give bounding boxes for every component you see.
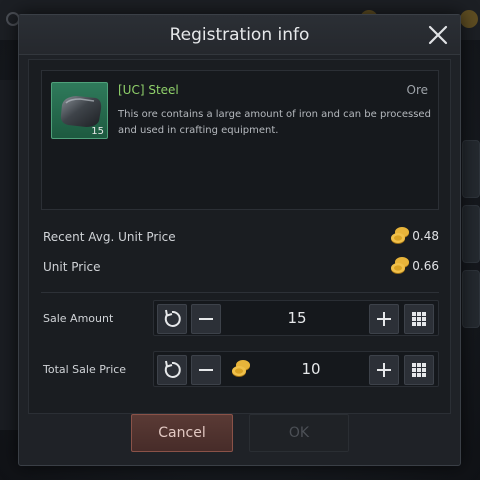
item-name: [UC] Steel [118, 83, 179, 97]
dialog-title-bar: Registration info [19, 15, 460, 55]
sale-amount-increase-button[interactable] [369, 304, 399, 334]
sale-amount-keypad-button[interactable] [404, 304, 434, 334]
item-description: This ore contains a large amount of iron… [118, 109, 431, 136]
keypad-icon [412, 312, 426, 326]
sale-amount-label: Sale Amount [43, 312, 114, 325]
item-category: Ore [406, 83, 429, 97]
recent-avg-price-value: 0.48 [412, 229, 439, 243]
total-sale-price-control: 10 [153, 351, 439, 387]
total-price-decrease-button[interactable] [191, 355, 221, 385]
minus-icon [199, 369, 213, 371]
sale-amount-control: 15 [153, 300, 439, 336]
close-button[interactable] [426, 23, 450, 47]
item-icon-slot: 15 [51, 82, 108, 139]
plus-icon [377, 363, 391, 377]
sale-amount-reset-button[interactable] [157, 304, 187, 334]
item-info-card: 15 [UC] Steel Ore This ore contains a la… [41, 70, 439, 210]
gold-coin-icon [232, 360, 250, 377]
keypad-icon [412, 363, 426, 377]
background-item-slot [462, 205, 480, 263]
plus-icon [377, 312, 391, 326]
total-sale-price-value[interactable]: 10 [254, 352, 368, 386]
total-price-increase-button[interactable] [369, 355, 399, 385]
total-price-keypad-button[interactable] [404, 355, 434, 385]
cancel-button[interactable]: Cancel [131, 414, 233, 452]
gold-coin-icon [391, 257, 409, 274]
reset-icon [164, 360, 181, 378]
total-price-reset-button[interactable] [157, 355, 187, 385]
dialog-body: 15 [UC] Steel Ore This ore contains a la… [28, 59, 451, 414]
registration-dialog: Registration info 15 [UC] Steel Ore This… [18, 14, 461, 466]
unit-price: 0.66 [389, 256, 439, 278]
sale-amount-value[interactable]: 15 [226, 301, 368, 335]
unit-price-value: 0.66 [412, 259, 439, 273]
reset-icon [164, 309, 181, 327]
minus-icon [199, 318, 213, 320]
game-screen: Registration info 15 [UC] Steel Ore This… [0, 0, 480, 480]
sale-amount-decrease-button[interactable] [191, 304, 221, 334]
recent-avg-price: 0.48 [389, 226, 439, 248]
divider [41, 292, 439, 293]
total-sale-price-label: Total Sale Price [43, 363, 127, 376]
unit-price-label: Unit Price [43, 260, 101, 274]
close-icon [428, 25, 448, 45]
item-count: 15 [91, 126, 104, 137]
recent-avg-price-label: Recent Avg. Unit Price [43, 230, 176, 244]
background-coin-icon [460, 10, 478, 28]
gold-coin-icon [391, 227, 409, 244]
ok-button[interactable]: OK [249, 414, 349, 452]
dialog-title: Registration info [169, 25, 310, 45]
background-item-slot [462, 140, 480, 198]
background-item-slot [462, 270, 480, 328]
